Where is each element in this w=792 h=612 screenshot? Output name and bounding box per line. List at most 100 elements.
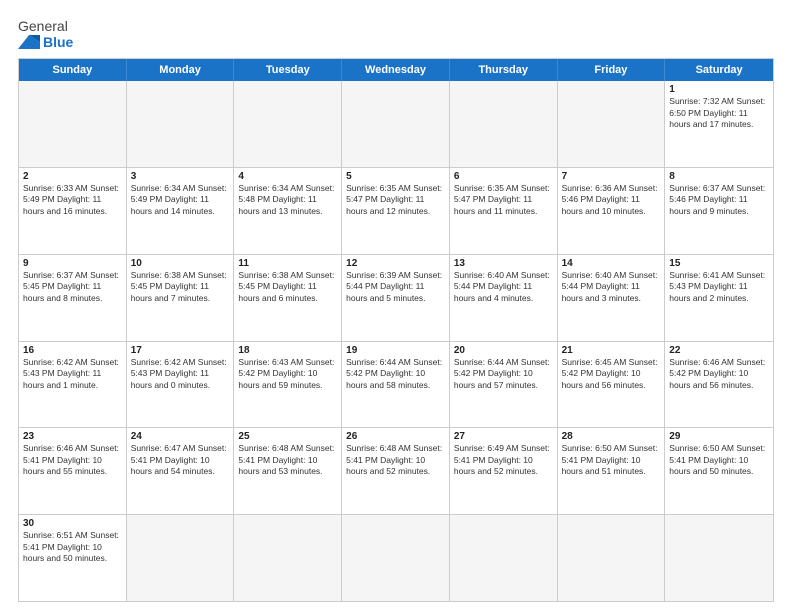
- day-info: Sunrise: 6:46 AM Sunset: 5:41 PM Dayligh…: [23, 443, 122, 477]
- day-info: Sunrise: 6:38 AM Sunset: 5:45 PM Dayligh…: [131, 270, 230, 304]
- calendar-cell-2-2: 11Sunrise: 6:38 AM Sunset: 5:45 PM Dayli…: [234, 255, 342, 341]
- day-number: 26: [346, 431, 445, 442]
- calendar-cell-5-2: [234, 515, 342, 601]
- day-info: Sunrise: 6:50 AM Sunset: 5:41 PM Dayligh…: [669, 443, 769, 477]
- calendar-cell-2-4: 13Sunrise: 6:40 AM Sunset: 5:44 PM Dayli…: [450, 255, 558, 341]
- calendar-cell-2-6: 15Sunrise: 6:41 AM Sunset: 5:43 PM Dayli…: [665, 255, 773, 341]
- calendar-cell-4-0: 23Sunrise: 6:46 AM Sunset: 5:41 PM Dayli…: [19, 428, 127, 514]
- calendar-cell-4-2: 25Sunrise: 6:48 AM Sunset: 5:41 PM Dayli…: [234, 428, 342, 514]
- header-monday: Monday: [127, 59, 235, 81]
- calendar-cell-2-0: 9Sunrise: 6:37 AM Sunset: 5:45 PM Daylig…: [19, 255, 127, 341]
- day-info: Sunrise: 6:49 AM Sunset: 5:41 PM Dayligh…: [454, 443, 553, 477]
- calendar-cell-0-4: [450, 81, 558, 167]
- day-info: Sunrise: 6:37 AM Sunset: 5:46 PM Dayligh…: [669, 183, 769, 217]
- day-info: Sunrise: 6:41 AM Sunset: 5:43 PM Dayligh…: [669, 270, 769, 304]
- calendar-cell-5-5: [558, 515, 666, 601]
- day-number: 3: [131, 171, 230, 182]
- calendar-cell-1-5: 7Sunrise: 6:36 AM Sunset: 5:46 PM Daylig…: [558, 168, 666, 254]
- day-number: 19: [346, 345, 445, 356]
- day-info: Sunrise: 6:35 AM Sunset: 5:47 PM Dayligh…: [346, 183, 445, 217]
- header-tuesday: Tuesday: [234, 59, 342, 81]
- day-number: 7: [562, 171, 661, 182]
- calendar-row-1: 2Sunrise: 6:33 AM Sunset: 5:49 PM Daylig…: [19, 167, 773, 254]
- day-number: 5: [346, 171, 445, 182]
- day-info: Sunrise: 6:45 AM Sunset: 5:42 PM Dayligh…: [562, 357, 661, 391]
- calendar-cell-2-1: 10Sunrise: 6:38 AM Sunset: 5:45 PM Dayli…: [127, 255, 235, 341]
- calendar-cell-3-2: 18Sunrise: 6:43 AM Sunset: 5:42 PM Dayli…: [234, 342, 342, 428]
- day-info: Sunrise: 6:38 AM Sunset: 5:45 PM Dayligh…: [238, 270, 337, 304]
- calendar-cell-2-3: 12Sunrise: 6:39 AM Sunset: 5:44 PM Dayli…: [342, 255, 450, 341]
- calendar-cell-4-3: 26Sunrise: 6:48 AM Sunset: 5:41 PM Dayli…: [342, 428, 450, 514]
- day-info: Sunrise: 6:37 AM Sunset: 5:45 PM Dayligh…: [23, 270, 122, 304]
- day-info: Sunrise: 6:44 AM Sunset: 5:42 PM Dayligh…: [454, 357, 553, 391]
- day-number: 14: [562, 258, 661, 269]
- header-sunday: Sunday: [19, 59, 127, 81]
- logo: General Blue: [18, 18, 73, 50]
- day-info: Sunrise: 6:47 AM Sunset: 5:41 PM Dayligh…: [131, 443, 230, 477]
- day-number: 1: [669, 84, 769, 95]
- header-saturday: Saturday: [665, 59, 773, 81]
- day-number: 27: [454, 431, 553, 442]
- logo-triangle-icon: [18, 35, 40, 49]
- day-number: 28: [562, 431, 661, 442]
- calendar-row-5: 30Sunrise: 6:51 AM Sunset: 5:41 PM Dayli…: [19, 514, 773, 601]
- calendar-cell-3-1: 17Sunrise: 6:42 AM Sunset: 5:43 PM Dayli…: [127, 342, 235, 428]
- calendar-row-3: 16Sunrise: 6:42 AM Sunset: 5:43 PM Dayli…: [19, 341, 773, 428]
- day-number: 10: [131, 258, 230, 269]
- day-info: Sunrise: 6:44 AM Sunset: 5:42 PM Dayligh…: [346, 357, 445, 391]
- day-info: Sunrise: 6:36 AM Sunset: 5:46 PM Dayligh…: [562, 183, 661, 217]
- day-number: 11: [238, 258, 337, 269]
- day-number: 15: [669, 258, 769, 269]
- day-number: 30: [23, 518, 122, 529]
- day-number: 2: [23, 171, 122, 182]
- day-number: 6: [454, 171, 553, 182]
- header-friday: Friday: [558, 59, 666, 81]
- day-number: 22: [669, 345, 769, 356]
- calendar-cell-1-2: 4Sunrise: 6:34 AM Sunset: 5:48 PM Daylig…: [234, 168, 342, 254]
- header-thursday: Thursday: [450, 59, 558, 81]
- day-info: Sunrise: 6:34 AM Sunset: 5:48 PM Dayligh…: [238, 183, 337, 217]
- calendar-cell-1-4: 6Sunrise: 6:35 AM Sunset: 5:47 PM Daylig…: [450, 168, 558, 254]
- calendar-cell-0-2: [234, 81, 342, 167]
- calendar-row-0: 1Sunrise: 7:32 AM Sunset: 6:50 PM Daylig…: [19, 81, 773, 167]
- calendar-cell-3-0: 16Sunrise: 6:42 AM Sunset: 5:43 PM Dayli…: [19, 342, 127, 428]
- day-number: 4: [238, 171, 337, 182]
- calendar-header: SundayMondayTuesdayWednesdayThursdayFrid…: [19, 59, 773, 81]
- day-number: 21: [562, 345, 661, 356]
- day-info: Sunrise: 6:33 AM Sunset: 5:49 PM Dayligh…: [23, 183, 122, 217]
- day-info: Sunrise: 6:42 AM Sunset: 5:43 PM Dayligh…: [23, 357, 122, 391]
- calendar-cell-3-6: 22Sunrise: 6:46 AM Sunset: 5:42 PM Dayli…: [665, 342, 773, 428]
- day-info: Sunrise: 6:46 AM Sunset: 5:42 PM Dayligh…: [669, 357, 769, 391]
- header-wednesday: Wednesday: [342, 59, 450, 81]
- day-number: 9: [23, 258, 122, 269]
- calendar-cell-1-3: 5Sunrise: 6:35 AM Sunset: 5:47 PM Daylig…: [342, 168, 450, 254]
- calendar-cell-4-1: 24Sunrise: 6:47 AM Sunset: 5:41 PM Dayli…: [127, 428, 235, 514]
- calendar-cell-5-3: [342, 515, 450, 601]
- calendar-cell-1-1: 3Sunrise: 6:34 AM Sunset: 5:49 PM Daylig…: [127, 168, 235, 254]
- day-number: 23: [23, 431, 122, 442]
- calendar-cell-4-6: 29Sunrise: 6:50 AM Sunset: 5:41 PM Dayli…: [665, 428, 773, 514]
- calendar-cell-0-5: [558, 81, 666, 167]
- calendar: SundayMondayTuesdayWednesdayThursdayFrid…: [18, 58, 774, 602]
- calendar-cell-0-1: [127, 81, 235, 167]
- day-info: Sunrise: 7:32 AM Sunset: 6:50 PM Dayligh…: [669, 96, 769, 130]
- calendar-body: 1Sunrise: 7:32 AM Sunset: 6:50 PM Daylig…: [19, 81, 773, 601]
- page-header: General Blue: [18, 18, 774, 50]
- day-number: 13: [454, 258, 553, 269]
- day-info: Sunrise: 6:42 AM Sunset: 5:43 PM Dayligh…: [131, 357, 230, 391]
- day-number: 24: [131, 431, 230, 442]
- day-info: Sunrise: 6:48 AM Sunset: 5:41 PM Dayligh…: [238, 443, 337, 477]
- calendar-cell-3-5: 21Sunrise: 6:45 AM Sunset: 5:42 PM Dayli…: [558, 342, 666, 428]
- day-number: 17: [131, 345, 230, 356]
- day-info: Sunrise: 6:39 AM Sunset: 5:44 PM Dayligh…: [346, 270, 445, 304]
- day-number: 12: [346, 258, 445, 269]
- day-info: Sunrise: 6:35 AM Sunset: 5:47 PM Dayligh…: [454, 183, 553, 217]
- day-info: Sunrise: 6:34 AM Sunset: 5:49 PM Dayligh…: [131, 183, 230, 217]
- calendar-cell-1-6: 8Sunrise: 6:37 AM Sunset: 5:46 PM Daylig…: [665, 168, 773, 254]
- calendar-cell-0-3: [342, 81, 450, 167]
- day-number: 18: [238, 345, 337, 356]
- calendar-cell-5-6: [665, 515, 773, 601]
- day-number: 20: [454, 345, 553, 356]
- logo-blue-text: Blue: [43, 34, 73, 50]
- logo-general-text: General: [18, 18, 73, 34]
